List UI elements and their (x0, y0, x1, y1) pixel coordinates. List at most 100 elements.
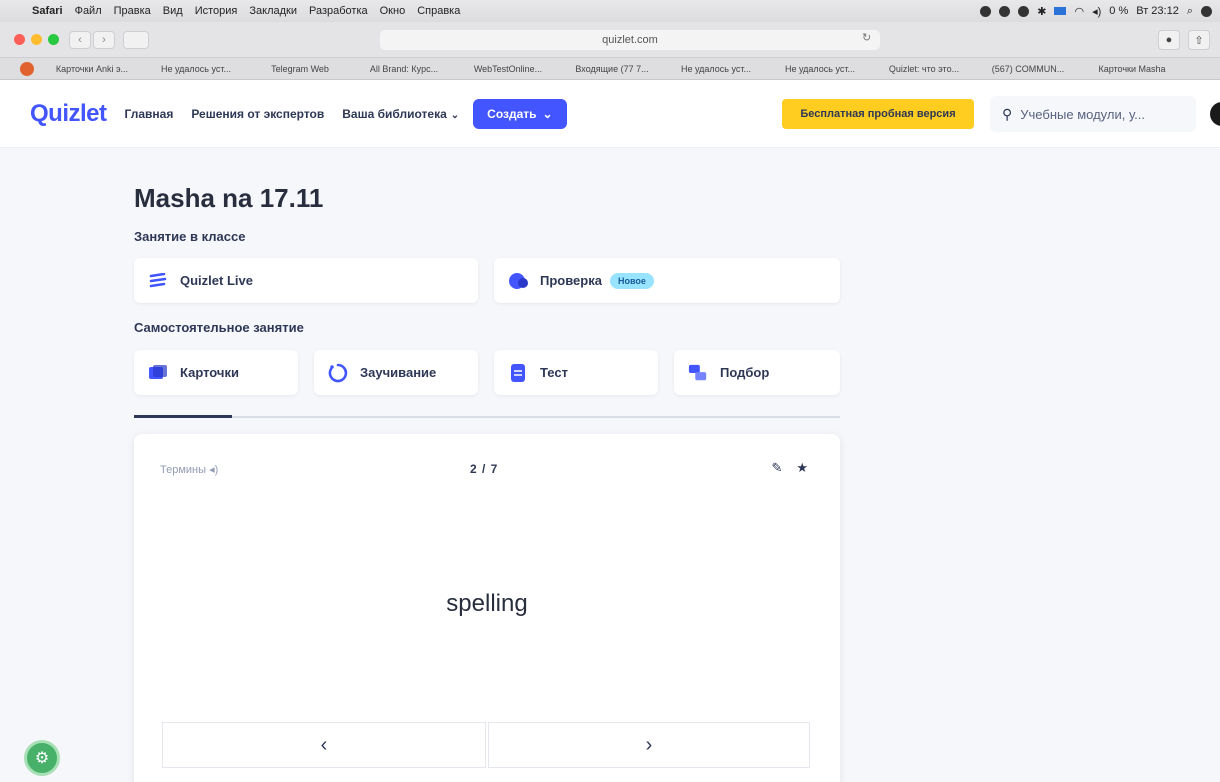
mode-label: Проверка (540, 273, 602, 288)
mode-label: Подбор (720, 365, 770, 380)
mode-label: Карточки (180, 365, 239, 380)
create-button-label: Создать (487, 106, 537, 121)
card-actions: ✎ ★ (771, 460, 808, 476)
bookmark-item[interactable]: Telegram Web (248, 64, 352, 74)
nav-library-dropdown[interactable]: Ваша библиотека ⌄ (342, 107, 459, 121)
new-badge: Новое (609, 272, 654, 289)
mode-match[interactable]: Подбор (674, 350, 840, 395)
next-card-button[interactable]: › (488, 722, 810, 768)
siri-icon[interactable] (1201, 5, 1212, 17)
chevron-right-icon: › (645, 733, 653, 756)
history-nav: ‹ › (69, 30, 115, 49)
minimize-window-button[interactable] (31, 34, 42, 45)
free-trial-button[interactable]: Бесплатная пробная версия (782, 99, 974, 129)
bookmark-item[interactable]: All Brand: Курс... (352, 64, 456, 74)
volume-icon[interactable]: ◂) (1092, 5, 1101, 18)
mode-label: Quizlet Live (180, 273, 253, 288)
address-bar[interactable]: quizlet.com (380, 30, 880, 50)
wifi-icon[interactable]: ◠ (1074, 5, 1084, 18)
avatar[interactable] (1210, 102, 1220, 126)
bookmark-item[interactable]: Карточки Anki э... (40, 64, 144, 74)
mode-label: Заучивание (360, 365, 437, 380)
edit-icon[interactable]: ✎ (771, 460, 782, 476)
class-section-label: Занятие в классе (134, 229, 246, 244)
nav-experts-link[interactable]: Решения от экспертов (191, 107, 324, 121)
chat-extension-icon[interactable]: ⚙ (24, 740, 60, 776)
forward-button[interactable]: › (93, 30, 115, 49)
term-label: Термины (160, 464, 207, 476)
bookmark-item[interactable]: Quizlet: что это... (872, 64, 976, 74)
menu-help[interactable]: Справка (411, 5, 466, 17)
chevron-down-icon: ⌄ (542, 106, 553, 121)
status-area: ✱ ◠ ◂) 0 % Вт 23:12 ⌕ (980, 5, 1220, 18)
search-placeholder: Учебные модули, у... (1020, 106, 1145, 122)
reload-icon[interactable]: ↻ (862, 31, 871, 44)
share-icon[interactable]: ⇧ (1188, 30, 1210, 50)
bookmark-favicon-icon (20, 61, 34, 76)
zoom-window-button[interactable] (48, 34, 59, 45)
mode-flashcards[interactable]: Карточки (134, 350, 298, 395)
search-input[interactable]: ⚲ Учебные модули, у... (990, 96, 1196, 132)
mode-checkpoint[interactable]: Проверка Новое (494, 258, 840, 303)
flashcard[interactable]: Термины ◂) 2 / 7 ✎ ★ spelling ‹ › (134, 434, 840, 782)
nav-library-label: Ваша библиотека (342, 106, 447, 121)
browser-toolbar: ‹ › quizlet.com ↻ ● ⇧ (0, 22, 1220, 58)
match-icon (688, 363, 708, 383)
mode-test[interactable]: Тест (494, 350, 658, 395)
bookmark-item[interactable]: Не удалось уст... (664, 64, 768, 74)
clock[interactable]: Вт 23:12 (1136, 5, 1179, 17)
menu-app-name[interactable]: Safari (26, 5, 69, 17)
back-button[interactable]: ‹ (69, 30, 91, 49)
menu-history[interactable]: История (189, 5, 244, 17)
sidebar-toggle-button[interactable] (123, 30, 149, 49)
window-controls (14, 34, 59, 45)
extension-icon[interactable]: ● (1158, 30, 1180, 50)
flashcards-icon (148, 363, 168, 383)
menu-view[interactable]: Вид (157, 5, 189, 17)
card-counter: 2 / 7 (470, 462, 499, 476)
page-title: Masha na 17.11 (134, 183, 324, 213)
quizlet-logo[interactable]: Quizlet (30, 100, 107, 128)
create-button[interactable]: Создать ⌄ (473, 98, 567, 129)
site-header: Quizlet Главная Решения от экспертов Ваш… (0, 80, 1220, 148)
menu-file[interactable]: Файл (69, 5, 108, 17)
bookmarks-bar: Карточки Anki э... Не удалось уст... Tel… (0, 58, 1220, 80)
bookmark-item[interactable]: Не удалось уст... (768, 64, 872, 74)
search-icon: ⚲ (1002, 105, 1013, 122)
battery-percent[interactable]: 0 % (1109, 5, 1128, 17)
bookmark-item[interactable]: WebTestOnline... (456, 64, 560, 74)
spotlight-icon[interactable]: ⌕ (1187, 5, 1193, 18)
self-study-section-label: Самостоятельное занятие (134, 320, 304, 335)
chevron-left-icon: ‹ (320, 733, 328, 756)
mode-learn[interactable]: Заучивание (314, 350, 478, 395)
bookmark-item[interactable]: Карточки Masha (1080, 64, 1184, 74)
progress-divider (134, 415, 840, 418)
mode-quizlet-live[interactable]: Quizlet Live (134, 258, 478, 303)
chevron-down-icon: ⌄ (450, 109, 460, 121)
bookmark-item[interactable]: (567) COMMUN... (976, 64, 1080, 74)
menu-develop[interactable]: Разработка (303, 5, 374, 17)
toolbar-right: ● ⇧ (1158, 30, 1210, 50)
learn-icon (328, 363, 348, 383)
audio-icon[interactable]: ◂) (209, 464, 218, 476)
close-window-button[interactable] (14, 34, 25, 45)
flashcard-side-label: Термины ◂) (160, 463, 218, 476)
menu-bookmarks[interactable]: Закладки (243, 5, 303, 17)
bookmark-item[interactable]: Не удалось уст... (144, 64, 248, 74)
checkpoint-icon (508, 271, 528, 291)
menu-window[interactable]: Окно (374, 5, 412, 17)
macos-menubar: Safari Файл Правка Вид История Закладки … (0, 0, 1220, 22)
quizlet-live-icon (148, 271, 168, 291)
status-app-icon[interactable] (1054, 7, 1067, 15)
active-tab-indicator (134, 415, 232, 418)
nav-home-link[interactable]: Главная (125, 107, 174, 121)
status-app-icon[interactable] (980, 5, 992, 17)
status-app-icon[interactable] (1018, 5, 1030, 17)
flashcard-term: spelling (446, 590, 528, 617)
star-icon[interactable]: ★ (796, 460, 808, 476)
bookmark-item[interactable]: Входящие (77 7... (560, 64, 664, 74)
menu-edit[interactable]: Правка (108, 5, 157, 17)
status-app-icon[interactable] (999, 5, 1011, 17)
bluetooth-icon[interactable]: ✱ (1037, 5, 1046, 18)
previous-card-button[interactable]: ‹ (162, 722, 486, 768)
